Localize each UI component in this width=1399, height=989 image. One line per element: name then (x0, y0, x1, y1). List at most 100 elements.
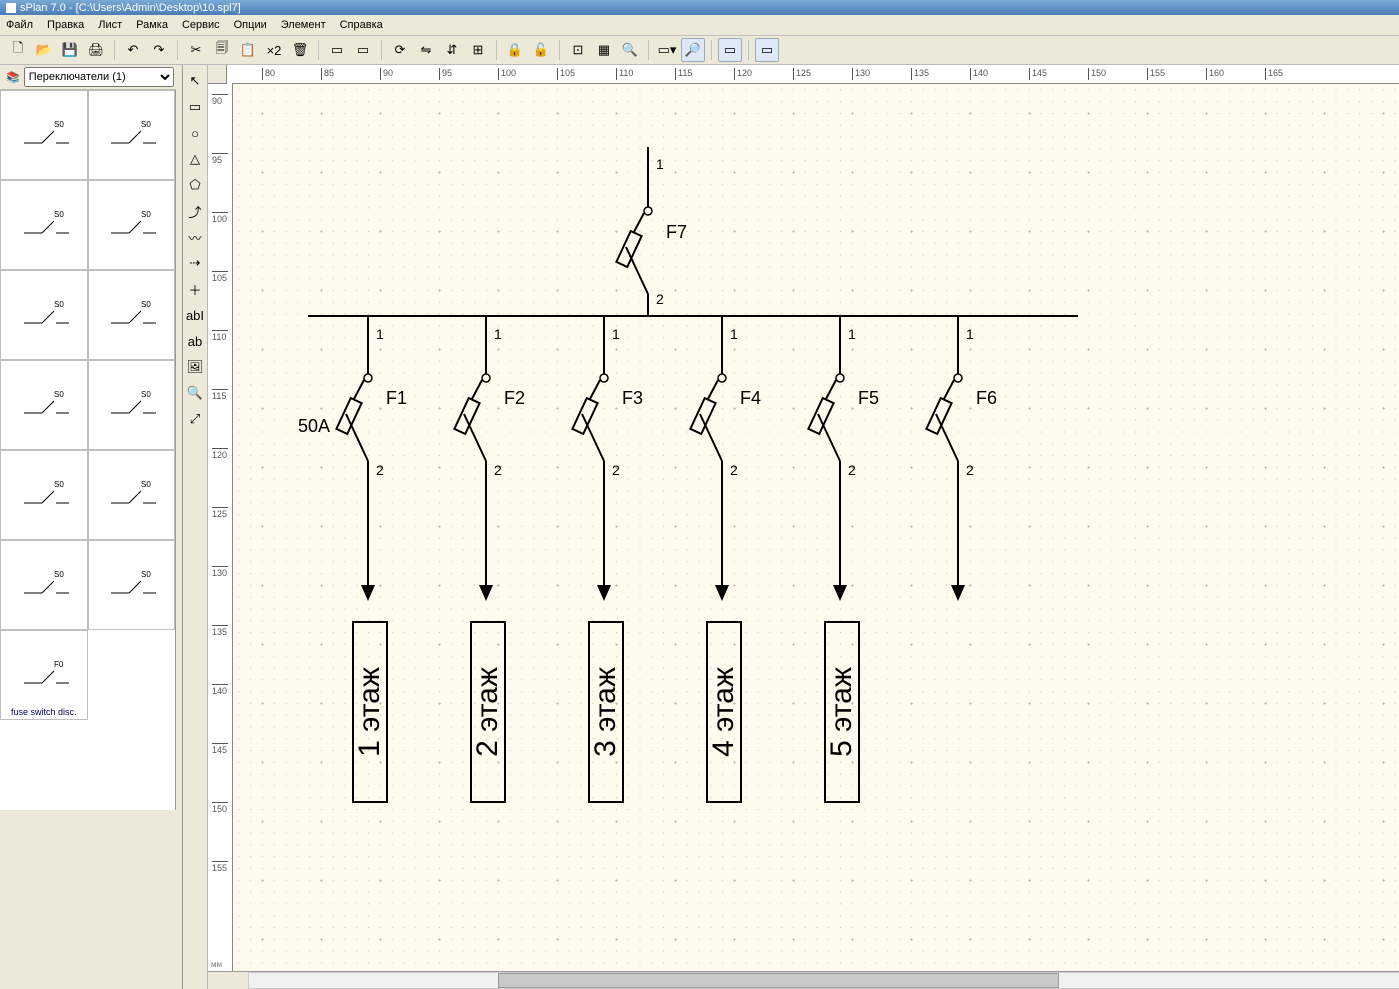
menu-Лист[interactable]: Лист (98, 19, 122, 31)
svg-text:S0: S0 (141, 480, 151, 489)
menu-Опции[interactable]: Опции (234, 19, 267, 31)
svg-text:S0: S0 (54, 120, 64, 129)
svg-text:S0: S0 (54, 210, 64, 219)
label: 2 (966, 462, 974, 478)
palette-item-11[interactable]: S0 (88, 540, 176, 630)
palette-item-4[interactable]: S0 (0, 270, 88, 360)
label: F3 (622, 388, 643, 409)
floor-box-3: 3 этаж (588, 621, 624, 803)
library-icon: 📚 (6, 71, 20, 84)
svg-text:S0: S0 (141, 210, 151, 219)
svg-text:S0: S0 (141, 300, 151, 309)
copy-button[interactable]: 🗐 (210, 38, 234, 62)
snap-button[interactable]: ⊡ (566, 38, 590, 62)
label: 1 (656, 156, 664, 172)
label: 1 (730, 326, 738, 342)
floor-box-1: 1 этаж (352, 621, 388, 803)
paste-button[interactable]: 📋 (236, 38, 260, 62)
undo-button[interactable]: ↶ (121, 38, 145, 62)
palette-item-3[interactable]: S0 (88, 180, 176, 270)
tool-9[interactable]: abI (183, 303, 207, 327)
svg-text:S0: S0 (54, 300, 64, 309)
label: 1 (966, 326, 974, 342)
tool-1[interactable]: ▭ (183, 95, 207, 119)
svg-text:S0: S0 (141, 390, 151, 399)
tool-4[interactable]: ⬠ (183, 173, 207, 197)
main-toolbar: 🗋📂💾🖨↶↷✂🗐📋×2🗑▭▭⟳⇋⇵⊞🔒🔓⊡▦🔍▭▾🔎▭▭ (0, 36, 1399, 65)
canvas[interactable]: 12F712F150A12F212F312F412F512F61 этаж2 э… (233, 84, 1399, 971)
flipv-button[interactable]: ⇵ (440, 38, 464, 62)
horizontal-ruler: 8085909510010511011512012513013514014515… (232, 65, 1399, 84)
svg-text:F0: F0 (54, 660, 64, 669)
zoom-button[interactable]: 🔎 (681, 38, 705, 62)
print-button[interactable]: 🖨 (84, 38, 108, 62)
menu-Элемент[interactable]: Элемент (281, 19, 326, 31)
palette-item-12[interactable]: F0fuse switch disc. (0, 630, 88, 720)
menu-bar: Файл Правка Лист Рамка Сервис Опции Элемент Спр… (0, 15, 1399, 36)
svg-text:S0: S0 (54, 390, 64, 399)
group-button[interactable]: ⊞ (466, 38, 490, 62)
tool-2[interactable]: ○ (183, 121, 207, 145)
library-dropdown[interactable]: Переключатели (1) (24, 67, 174, 87)
tool-5[interactable]: ⤴ (183, 199, 207, 223)
label: F1 (386, 388, 407, 409)
menu-Правка[interactable]: Правка (47, 19, 84, 31)
front-button[interactable]: ▭ (325, 38, 349, 62)
palette-item-8[interactable]: S0 (0, 450, 88, 540)
menu-Сервис[interactable]: Сервис (182, 19, 220, 31)
palette-item-9[interactable]: S0 (88, 450, 176, 540)
drawing-sheet[interactable]: 12F712F150A12F212F312F412F512F61 этаж2 э… (233, 84, 1399, 971)
cut-button[interactable]: ✂ (184, 38, 208, 62)
tool-13[interactable]: ⤢ (183, 407, 207, 431)
menu-Файл[interactable]: Файл (6, 19, 33, 31)
palette-item-2[interactable]: S0 (0, 180, 88, 270)
view-button[interactable]: ▭▾ (655, 38, 679, 62)
title-bar: sPlan 7.0 - [C:\Users\Admin\Desktop\10.s… (0, 0, 1399, 15)
tool-11[interactable]: 🖼 (183, 355, 207, 379)
svg-text:S0: S0 (141, 120, 151, 129)
menu-Справка[interactable]: Справка (340, 19, 383, 31)
label: 2 (848, 462, 856, 478)
menu-Рамка[interactable]: Рамка (136, 19, 168, 31)
ruler-origin (208, 65, 227, 84)
palette-item-6[interactable]: S0 (0, 360, 88, 450)
tool-7[interactable]: ⇢ (183, 251, 207, 275)
label: 2 (612, 462, 620, 478)
palette-item-1[interactable]: S0 (88, 90, 176, 180)
window-title: sPlan 7.0 - [C:\Users\Admin\Desktop\10.s… (20, 2, 241, 14)
unlock-button[interactable]: 🔓 (529, 38, 553, 62)
label: F6 (976, 388, 997, 409)
rotate-button[interactable]: ⟳ (388, 38, 412, 62)
palette-item-10[interactable]: S0 (0, 540, 88, 630)
tool-10[interactable]: ab (183, 329, 207, 353)
redo-button[interactable]: ↷ (147, 38, 171, 62)
splitter[interactable] (176, 65, 183, 989)
frame1-button[interactable]: ▭ (718, 38, 742, 62)
open-button[interactable]: 📂 (32, 38, 56, 62)
vertical-ruler: мм 9095100105110115120125130135140145150… (208, 84, 233, 971)
new-button[interactable]: 🗋 (6, 38, 30, 62)
label: F5 (858, 388, 879, 409)
floor-box-2: 2 этаж (470, 621, 506, 803)
component-palette: S0S0S0S0S0S0S0S0S0S0S0S0F0fuse switch di… (0, 90, 176, 810)
lock-button[interactable]: 🔒 (503, 38, 527, 62)
save-button[interactable]: 💾 (58, 38, 82, 62)
label: 2 (494, 462, 502, 478)
tool-8[interactable]: ＋ (183, 277, 207, 301)
back-button[interactable]: ▭ (351, 38, 375, 62)
delete-button[interactable]: 🗑 (288, 38, 312, 62)
grid-button[interactable]: ▦ (592, 38, 616, 62)
find-button[interactable]: 🔍 (618, 38, 642, 62)
palette-item-5[interactable]: S0 (88, 270, 176, 360)
fliph-button[interactable]: ⇋ (414, 38, 438, 62)
tool-6[interactable]: 〰 (183, 225, 207, 249)
palette-item-0[interactable]: S0 (0, 90, 88, 180)
tool-3[interactable]: △ (183, 147, 207, 171)
horizontal-scrollbar[interactable] (208, 971, 1399, 989)
tool-0[interactable]: ↖ (183, 69, 207, 93)
palette-item-7[interactable]: S0 (88, 360, 176, 450)
frame2-button[interactable]: ▭ (755, 38, 779, 62)
tool-12[interactable]: 🔍 (183, 381, 207, 405)
svg-text:S0: S0 (54, 480, 64, 489)
dup-button[interactable]: ×2 (262, 38, 286, 62)
